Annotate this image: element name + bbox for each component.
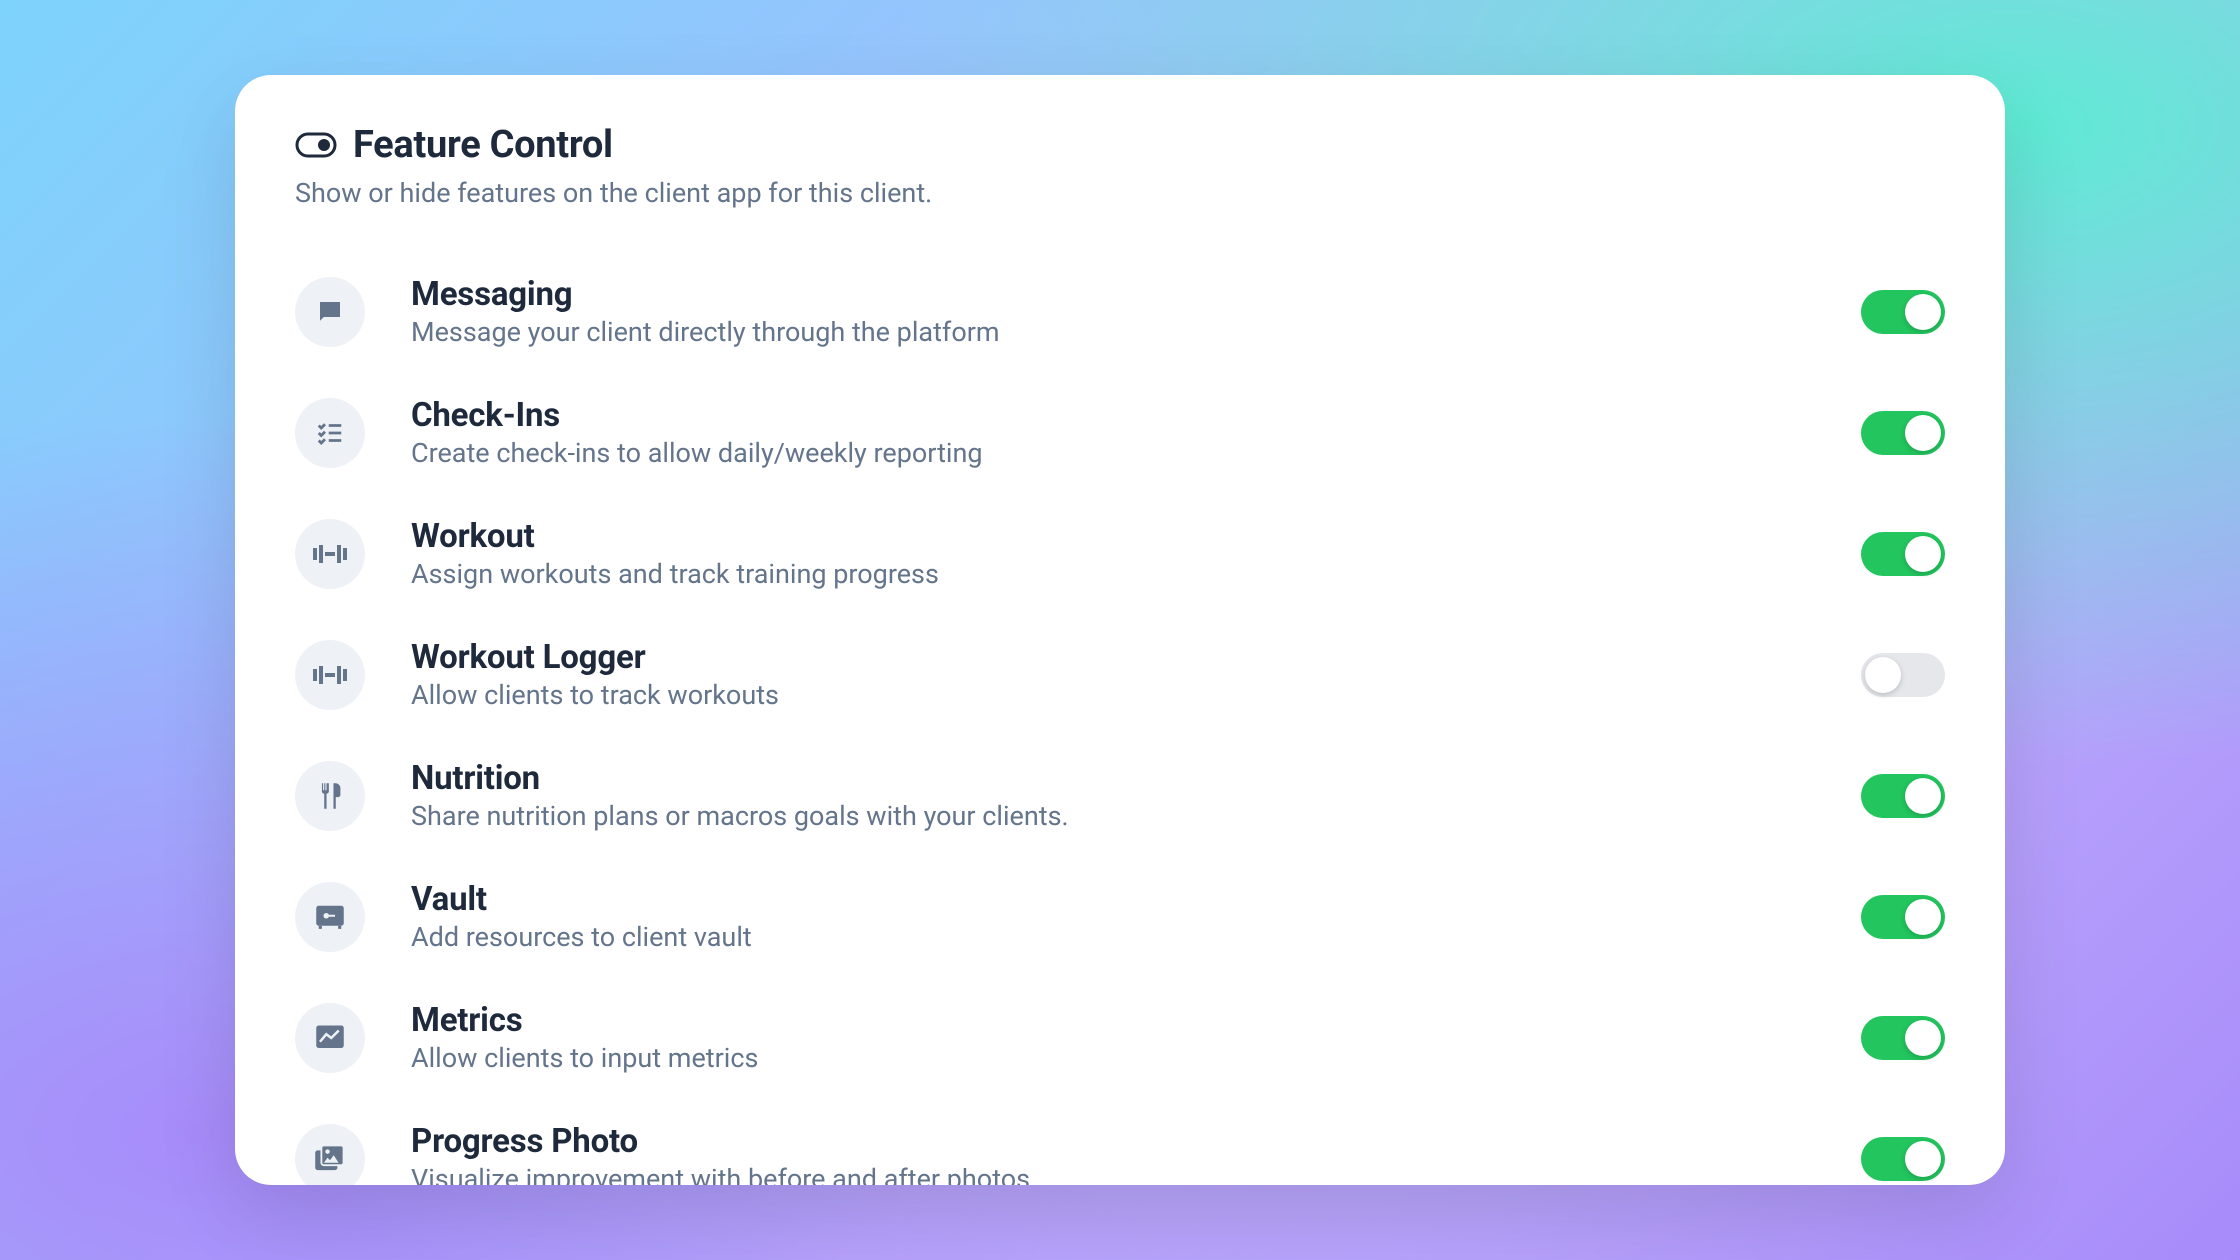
feature-description: Allow clients to track workouts: [411, 679, 1861, 711]
toggle-vault[interactable]: [1861, 895, 1945, 939]
feature-row-checkins: Check-InsCreate check-ins to allow daily…: [295, 372, 1945, 493]
toggle-knob: [1865, 657, 1901, 693]
feature-text: MetricsAllow clients to input metrics: [411, 1001, 1861, 1074]
page-title: Feature Control: [353, 123, 613, 167]
toggle-workout-logger[interactable]: [1861, 653, 1945, 697]
feature-control-card: Feature Control Show or hide features on…: [235, 75, 2005, 1185]
feature-title: Progress Photo: [411, 1122, 1861, 1161]
toggle-knob: [1905, 536, 1941, 572]
feature-title: Workout Logger: [411, 638, 1861, 677]
feature-description: Share nutrition plans or macros goals wi…: [411, 800, 1861, 832]
feature-row-workout-logger: Workout LoggerAllow clients to track wor…: [295, 614, 1945, 735]
page-subtitle: Show or hide features on the client app …: [295, 177, 1945, 209]
feature-description: Add resources to client vault: [411, 921, 1861, 953]
toggle-progress-photo[interactable]: [1861, 1137, 1945, 1181]
toggle-knob: [1905, 899, 1941, 935]
toggle-checkins[interactable]: [1861, 411, 1945, 455]
toggle-workout[interactable]: [1861, 532, 1945, 576]
feature-text: Progress PhotoVisualize improvement with…: [411, 1122, 1861, 1185]
feature-description: Assign workouts and track training progr…: [411, 558, 1861, 590]
feature-description: Create check-ins to allow daily/weekly r…: [411, 437, 1861, 469]
toggle-knob: [1905, 1141, 1941, 1177]
messaging-icon: [295, 277, 365, 347]
vault-icon: [295, 882, 365, 952]
feature-title: Metrics: [411, 1001, 1861, 1040]
feature-row-messaging: MessagingMessage your client directly th…: [295, 251, 1945, 372]
features-list: MessagingMessage your client directly th…: [295, 251, 1945, 1185]
toggle-icon: [295, 132, 337, 158]
toggle-knob: [1905, 778, 1941, 814]
feature-row-vault: VaultAdd resources to client vault: [295, 856, 1945, 977]
toggle-knob: [1905, 1020, 1941, 1056]
feature-description: Message your client directly through the…: [411, 316, 1861, 348]
toggle-metrics[interactable]: [1861, 1016, 1945, 1060]
card-header: Feature Control Show or hide features on…: [295, 123, 1945, 209]
feature-text: Workout LoggerAllow clients to track wor…: [411, 638, 1861, 711]
feature-row-progress-photo: Progress PhotoVisualize improvement with…: [295, 1098, 1945, 1185]
workout-icon: [295, 519, 365, 589]
workout-logger-icon: [295, 640, 365, 710]
metrics-icon: [295, 1003, 365, 1073]
toggle-nutrition[interactable]: [1861, 774, 1945, 818]
feature-description: Allow clients to input metrics: [411, 1042, 1861, 1074]
feature-row-workout: WorkoutAssign workouts and track trainin…: [295, 493, 1945, 614]
feature-title: Check-Ins: [411, 396, 1861, 435]
feature-text: MessagingMessage your client directly th…: [411, 275, 1861, 348]
feature-row-nutrition: NutritionShare nutrition plans or macros…: [295, 735, 1945, 856]
toggle-knob: [1905, 415, 1941, 451]
feature-title: Nutrition: [411, 759, 1861, 798]
feature-title: Messaging: [411, 275, 1861, 314]
feature-title: Vault: [411, 880, 1861, 919]
feature-text: NutritionShare nutrition plans or macros…: [411, 759, 1861, 832]
feature-text: VaultAdd resources to client vault: [411, 880, 1861, 953]
toggle-messaging[interactable]: [1861, 290, 1945, 334]
feature-row-metrics: MetricsAllow clients to input metrics: [295, 977, 1945, 1098]
progress-photo-icon: [295, 1124, 365, 1186]
feature-text: Check-InsCreate check-ins to allow daily…: [411, 396, 1861, 469]
feature-text: WorkoutAssign workouts and track trainin…: [411, 517, 1861, 590]
checkins-icon: [295, 398, 365, 468]
feature-title: Workout: [411, 517, 1861, 556]
nutrition-icon: [295, 761, 365, 831]
toggle-knob: [1905, 294, 1941, 330]
feature-description: Visualize improvement with before and af…: [411, 1163, 1861, 1185]
